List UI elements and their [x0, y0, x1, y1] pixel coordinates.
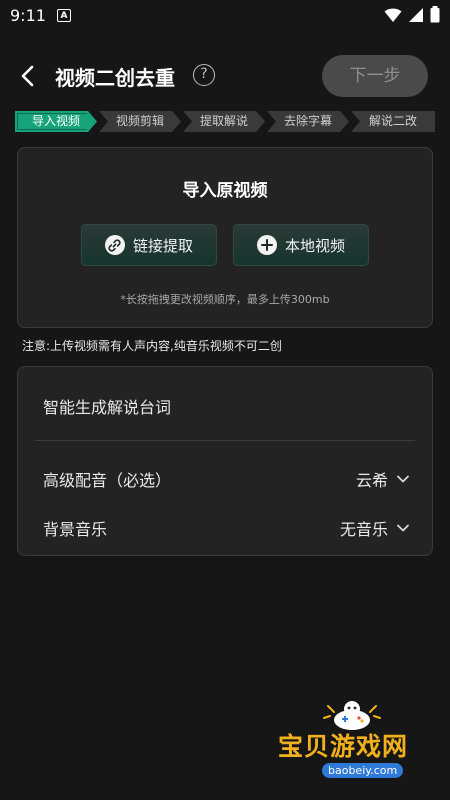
voice-value: 云希: [355, 471, 388, 490]
local-video-button[interactable]: 本地视频: [233, 224, 369, 266]
watermark-title: 宝贝游戏网: [278, 732, 409, 761]
music-select[interactable]: 无音乐: [340, 516, 410, 540]
step-label: 去除字幕: [283, 114, 332, 128]
step-import-video[interactable]: 导入视频: [15, 111, 97, 132]
step-extract-narration[interactable]: 提取解说: [183, 111, 265, 132]
watermark-logo: 宝贝游戏网 baobeiy.com: [270, 700, 440, 782]
help-icon[interactable]: ?: [193, 64, 215, 86]
chevron-down-icon: [397, 475, 409, 483]
back-arrow-icon[interactable]: [16, 63, 42, 89]
divider: [35, 440, 415, 441]
notice-text: 注意:上传视频需有人声内容,纯音乐视频不可二创: [22, 339, 282, 353]
signal-icon: [409, 7, 423, 22]
music-value: 无音乐: [339, 520, 388, 539]
import-video-card: 导入原视频 链接提取 本地视频 *长按拖拽更改视频顺序，最多上传300mb: [17, 147, 433, 328]
voice-select[interactable]: 云希: [356, 467, 410, 491]
watermark-url: baobeiy.com: [322, 763, 404, 778]
wifi-icon: [384, 8, 402, 22]
step-rewrite-narration[interactable]: 解说二改: [351, 111, 435, 132]
link-extract-button[interactable]: 链接提取: [81, 224, 217, 266]
import-title: 导入原视频: [182, 181, 268, 201]
step-progress: 导入视频 视频剪辑 提取解说 去除字幕 解说二改: [15, 111, 435, 132]
status-bar: 9:11 A: [0, 0, 450, 32]
page-title: 视频二创去重: [55, 66, 175, 90]
header: 视频二创去重 ? 下一步: [0, 55, 450, 97]
chevron-down-icon: [397, 524, 409, 532]
status-time: 9:11: [10, 6, 46, 25]
notification-icon: A: [57, 9, 71, 22]
generate-script-option[interactable]: 智能生成解说台词: [43, 394, 171, 418]
link-icon: [104, 235, 125, 255]
step-remove-subtitles[interactable]: 去除字幕: [267, 111, 349, 132]
battery-icon: [430, 6, 440, 23]
step-label: 视频剪辑: [115, 114, 164, 128]
step-label: 导入视频: [31, 114, 80, 128]
plus-icon: [256, 235, 277, 255]
step-label: 解说二改: [368, 114, 417, 128]
step-video-edit[interactable]: 视频剪辑: [99, 111, 181, 132]
status-icons: [384, 6, 440, 23]
import-hint: *长按拖拽更改视频顺序，最多上传300mb: [120, 293, 330, 306]
next-step-button[interactable]: 下一步: [322, 55, 428, 97]
voice-label: 高级配音（必选）: [43, 471, 172, 490]
link-extract-label: 链接提取: [132, 236, 193, 255]
settings-card: 智能生成解说台词 高级配音（必选） 云希 背景音乐 无音乐: [17, 366, 433, 556]
music-label: 背景音乐: [43, 520, 108, 539]
local-video-label: 本地视频: [284, 236, 345, 255]
step-label: 提取解说: [199, 114, 248, 128]
